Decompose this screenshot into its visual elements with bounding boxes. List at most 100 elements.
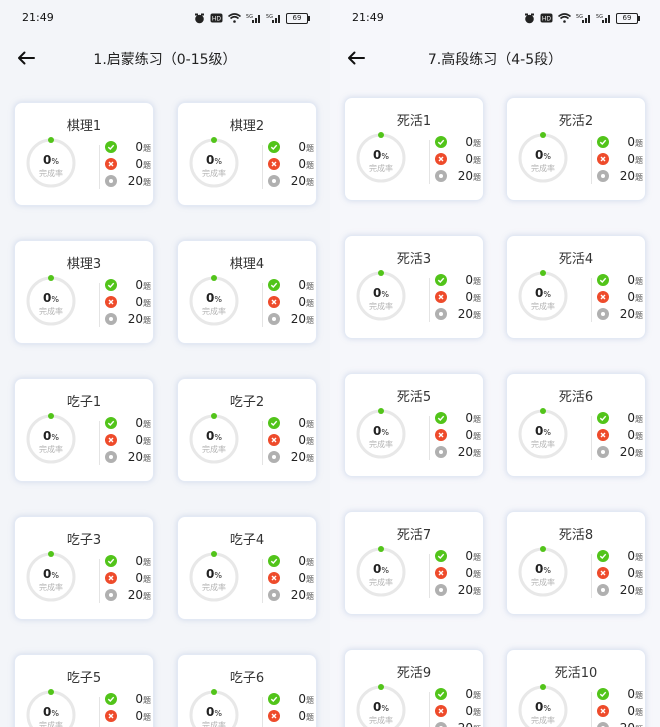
completion-percent: 0%	[25, 429, 77, 443]
stat-correct-count: 0题	[465, 272, 481, 290]
practice-card[interactable]: 棋理1 0% 完成率 0题 0题 20题	[14, 102, 154, 206]
divider	[429, 692, 430, 727]
stat-correct-count: 0题	[135, 415, 151, 433]
stat-unit: 题	[473, 415, 481, 424]
stat-correct-count: 0题	[135, 277, 151, 295]
practice-card[interactable]: 吃子4 0% 完成率 0题 0题 20题	[177, 516, 317, 620]
stat-value: 0	[135, 416, 143, 430]
stat-correct-count: 0题	[627, 272, 643, 290]
practice-card[interactable]: 吃子3 0% 完成率 0题 0题 20题	[14, 516, 154, 620]
practice-card[interactable]: 吃子1 0% 完成率 0题 0题 20题	[14, 378, 154, 482]
stat-value: 0	[135, 554, 143, 568]
stat-correct: 0题	[268, 277, 314, 293]
stat-value: 0	[627, 428, 635, 442]
practice-card[interactable]: 死活7 0% 完成率 0题 0题 20题	[344, 511, 484, 615]
stat-value: 0	[465, 566, 473, 580]
progress-ring-indicator	[211, 275, 217, 281]
svg-text:HD: HD	[212, 16, 222, 23]
stat-unit: 题	[306, 299, 314, 308]
page-title: 7.高段练习（4-5段）	[427, 52, 563, 68]
dot-circle-icon	[435, 584, 447, 596]
practice-card[interactable]: 吃子60%完成率0题0题20题	[177, 654, 317, 727]
stat-value: 0	[135, 433, 143, 447]
dot-circle-icon	[597, 722, 609, 727]
check-circle-icon	[268, 693, 280, 705]
stat-correct: 0题	[105, 691, 151, 707]
stat-unit: 题	[473, 294, 481, 303]
stat-wrong: 0题	[435, 151, 481, 167]
completion-percent: 0%	[188, 705, 240, 719]
completion-percent: 0%	[517, 562, 569, 576]
divider	[591, 140, 592, 184]
practice-card[interactable]: 死活4 0% 完成率 0题 0题 20题	[506, 235, 646, 339]
wifi-icon	[228, 13, 241, 23]
x-circle-icon	[105, 572, 117, 584]
x-circle-icon	[435, 291, 447, 303]
percent-sign: %	[214, 571, 222, 580]
dot-circle-icon	[597, 446, 609, 458]
stat-unit: 题	[143, 316, 151, 325]
progress-ring-indicator	[211, 689, 217, 695]
dot-circle-icon	[435, 446, 447, 458]
stat-value: 0	[298, 433, 306, 447]
practice-card[interactable]: 死活90%完成率0题0题20题	[344, 649, 484, 727]
stat-unit: 题	[306, 420, 314, 429]
stat-correct-count: 0题	[465, 410, 481, 428]
stat-value: 20	[458, 721, 473, 727]
stat-unit: 题	[635, 173, 643, 182]
completion-label: 完成率	[202, 169, 226, 178]
practice-card[interactable]: 死活5 0% 完成率 0题 0题 20题	[344, 373, 484, 477]
practice-card[interactable]: 死活8 0% 完成率 0题 0题 20题	[506, 511, 646, 615]
practice-card[interactable]: 吃子2 0% 完成率 0题 0题 20题	[177, 378, 317, 482]
practice-card[interactable]: 死活6 0% 完成率 0题 0题 20题	[506, 373, 646, 477]
stat-wrong-count: 0题	[465, 565, 481, 583]
status-time: 21:49	[352, 11, 384, 24]
progress-ring-indicator	[378, 684, 384, 690]
stat-value: 20	[290, 450, 306, 464]
stat-wrong: 0题	[435, 703, 481, 719]
practice-card[interactable]: 棋理2 0% 完成率 0题 0题 20题	[177, 102, 317, 206]
practice-card[interactable]: 棋理4 0% 完成率 0题 0题 20题	[177, 240, 317, 344]
stat-unit: 题	[635, 415, 643, 424]
progress-ring-indicator	[48, 413, 54, 419]
stat-value: 20	[457, 583, 473, 597]
stat-wrong-count: 0题	[135, 156, 151, 174]
percent-sign: %	[214, 709, 222, 718]
practice-card[interactable]: 死活1 0% 完成率 0题 0题 20题	[344, 97, 484, 201]
stat-value: 0	[465, 428, 473, 442]
stat-wrong: 0题	[268, 570, 314, 586]
percent-sign: %	[51, 571, 59, 580]
percent-sign: %	[51, 433, 59, 442]
divider	[591, 692, 592, 727]
svg-text:5G: 5G	[246, 14, 253, 20]
card-title: 棋理2	[229, 119, 265, 134]
stat-correct: 0题	[105, 277, 151, 293]
practice-card[interactable]: 吃子50%完成率0题0题20题	[14, 654, 154, 727]
practice-card[interactable]: 死活2 0% 完成率 0题 0题 20题	[506, 97, 646, 201]
stat-value: 0	[627, 135, 635, 149]
stat-unit: 题	[306, 144, 314, 153]
stat-value: 20	[127, 450, 143, 464]
stat-correct-count: 0题	[298, 415, 314, 433]
dot-circle-icon	[268, 589, 280, 601]
practice-card[interactable]: 死活3 0% 完成率 0题 0题 20题	[344, 235, 484, 339]
percent-sign: %	[543, 290, 551, 299]
stat-wrong: 0题	[268, 432, 314, 448]
divider	[262, 421, 263, 465]
stat-value: 0	[298, 416, 306, 430]
stat-wrong: 0题	[105, 570, 151, 586]
stat-value: 0	[298, 692, 306, 706]
stat-wrong-count: 0题	[627, 427, 643, 445]
stat-remaining-count: 20题	[128, 587, 151, 605]
status-bar: 21:49 HD 5G 5G 69	[0, 0, 330, 36]
x-circle-icon	[268, 158, 280, 170]
stat-correct: 0题	[435, 686, 481, 702]
check-circle-icon	[105, 693, 117, 705]
check-circle-icon	[105, 279, 117, 291]
card-title: 死活10	[554, 666, 598, 681]
stat-wrong: 0题	[597, 565, 643, 581]
status-bar: 21:49 HD 5G 5G 69	[330, 0, 660, 36]
practice-card[interactable]: 棋理3 0% 完成率 0题 0题 20题	[14, 240, 154, 344]
check-circle-icon	[105, 417, 117, 429]
practice-card[interactable]: 死活100%完成率0题0题20题	[506, 649, 646, 727]
